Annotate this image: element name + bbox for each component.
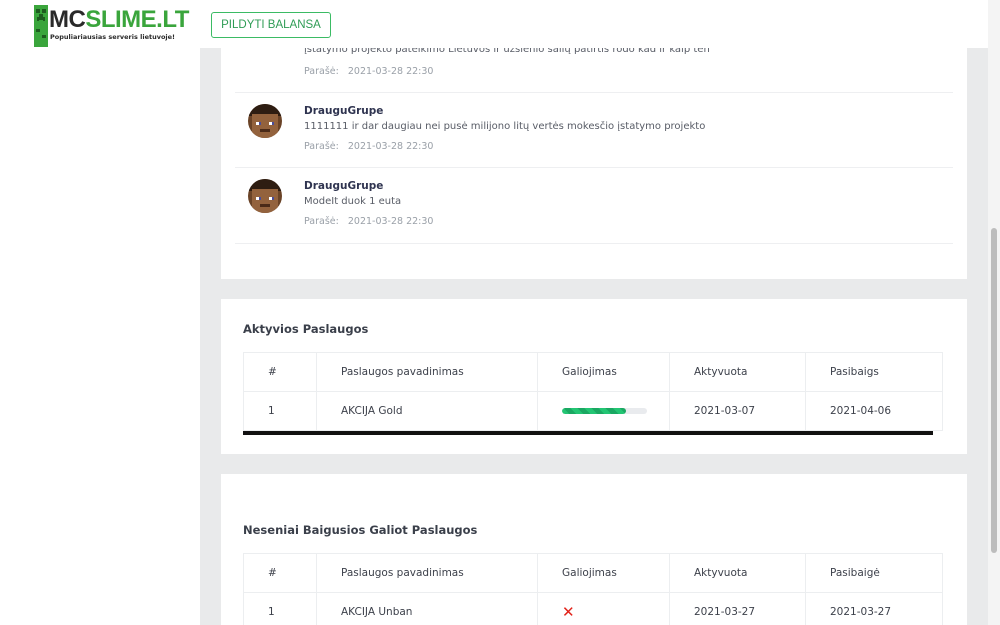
logo-text: MCSLIME.LT [49, 6, 189, 33]
comment-author[interactable]: DrauguGrupe [304, 105, 383, 117]
column-header: Aktyvuota [669, 553, 806, 593]
column-header: Galiojimas [537, 352, 670, 392]
page-scrollbar[interactable] [988, 0, 1000, 625]
comment-author[interactable]: DrauguGrupe [304, 180, 383, 192]
comment-meta: Parašė: 2021-03-28 22:30 [304, 141, 433, 152]
avatar [248, 179, 282, 213]
column-header: Aktyvuota [669, 352, 806, 392]
table-row: 1 AKCIJA Gold 2021-03-07 2021-04-06 [243, 391, 943, 431]
comment-meta-label: Parašė: [304, 66, 339, 77]
x-mark-icon: ✕ [562, 602, 575, 621]
activated-date: 2021-03-27 [669, 592, 806, 625]
creeper-icon [34, 5, 48, 47]
comment-item: DrauguGrupe 1111111 ir dar daugiau nei p… [235, 93, 953, 168]
service-name: AKCIJA Gold [316, 391, 538, 431]
active-services-title: Aktyvios Paslaugos [243, 322, 369, 336]
column-header: # [243, 352, 317, 392]
end-date: 2021-03-27 [805, 592, 943, 625]
logo-tagline: Populiariausias serveris lietuvoje! [50, 33, 176, 41]
column-header: Pasibaigė [805, 553, 943, 593]
comment-date: 2021-03-28 22:30 [347, 216, 434, 227]
comment-text: ModeIt duok 1 euta [304, 196, 402, 207]
comment-date: 2021-03-28 22:30 [347, 66, 434, 77]
column-header: Pasibaigs [805, 352, 943, 392]
expired-services-title: Neseniai Baigusios Galiot Paslaugos [243, 523, 478, 537]
validity-progress-fill [562, 408, 626, 414]
row-number: 1 [243, 391, 317, 431]
column-header: Paslaugos pavadinimas [316, 352, 538, 392]
service-name: AKCIJA Unban [316, 592, 538, 625]
comment-meta-label: Parašė: [304, 141, 339, 152]
end-date: 2021-04-06 [805, 391, 943, 431]
column-header: Galiojimas [537, 553, 670, 593]
activated-date: 2021-03-07 [669, 391, 806, 431]
avatar [248, 104, 282, 138]
column-header: # [243, 553, 317, 593]
table-header-row: # Paslaugos pavadinimas Galiojimas Aktyv… [243, 352, 943, 392]
site-logo[interactable]: MCSLIME.LT Populiariausias serveris liet… [34, 5, 204, 47]
comment-date: 2021-03-28 22:30 [347, 141, 434, 152]
expired-services-card: Neseniai Baigusios Galiot Paslaugos # Pa… [221, 474, 967, 625]
validity-progress-bar [562, 408, 647, 414]
table-horizontal-scrollbar[interactable] [243, 431, 933, 435]
table-row: 1 AKCIJA Unban ✕ 2021-03-27 2021-03-27 [243, 592, 943, 625]
scrollbar-thumb[interactable] [991, 228, 997, 553]
validity-cell: ✕ [537, 592, 670, 625]
column-header: Paslaugos pavadinimas [316, 553, 538, 593]
comment-text: 1111111 ir dar daugiau nei pusė milijono… [304, 121, 706, 132]
comment-meta-label: Parašė: [304, 216, 339, 227]
expired-services-table: # Paslaugos pavadinimas Galiojimas Aktyv… [243, 553, 943, 625]
comment-meta: Parašė: 2021-03-28 22:30 [304, 66, 433, 77]
row-number: 1 [243, 592, 317, 625]
comment-item: DrauguGrupe ModeIt duok 1 euta Parašė: 20… [235, 168, 953, 244]
top-bar: MCSLIME.LT Populiariausias serveris liet… [0, 0, 988, 48]
comment-meta: Parašė: 2021-03-28 22:30 [304, 216, 433, 227]
table-header-row: # Paslaugos pavadinimas Galiojimas Aktyv… [243, 553, 943, 593]
validity-cell [537, 391, 670, 431]
top-up-balance-button[interactable]: PILDYTI BALANSA [211, 12, 331, 38]
active-services-table: # Paslaugos pavadinimas Galiojimas Aktyv… [243, 352, 943, 431]
